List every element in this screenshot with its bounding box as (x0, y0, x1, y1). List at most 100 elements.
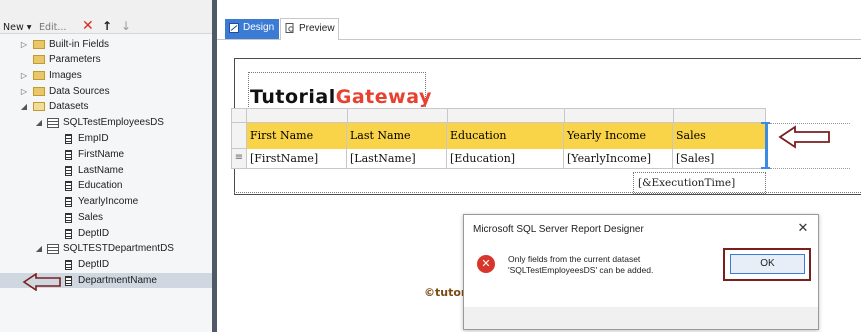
dataset-icon (47, 244, 59, 254)
tree-item-field[interactable]: Sales (0, 210, 212, 225)
header-cell-first-name[interactable]: First Name (247, 123, 347, 149)
data-cell-yearly-income[interactable]: [YearlyIncome] (564, 149, 673, 168)
collapse-icon[interactable]: ◢ (34, 115, 44, 130)
dialog-message-line2: 'SQLTestEmployeesDS' can be added. (508, 265, 654, 275)
table-corner-handle[interactable] (231, 108, 247, 123)
field-icon (65, 197, 72, 207)
tree-item-label: LastName (78, 165, 124, 176)
tree-item-label: Sales (78, 212, 104, 223)
header-cell-sales[interactable]: Sales (673, 123, 766, 149)
dialog-title: Microsoft SQL Server Report Designer (473, 224, 644, 235)
tree-item-parameters[interactable]: Parameters (0, 52, 212, 67)
tree-item-label: Parameters (49, 54, 101, 65)
execution-time-textbox[interactable]: [&ExecutionTime] (633, 172, 766, 194)
close-icon[interactable]: ✕ (795, 221, 811, 237)
logo-text-part2: Gateway (335, 86, 432, 108)
expand-icon[interactable]: ▷ (19, 84, 29, 99)
folder-open-icon (33, 102, 45, 111)
dataset-icon (47, 118, 59, 128)
field-icon (65, 134, 72, 144)
tree-item-dataset-department[interactable]: ◢ SQLTESTDepartmentDS (0, 241, 212, 256)
tree-item-label: FirstName (78, 149, 125, 160)
tree-item-label: Education (78, 180, 123, 191)
tree-item-datasets[interactable]: ◢ Datasets (0, 99, 212, 114)
ok-button[interactable]: OK (730, 254, 805, 274)
column-handle[interactable] (564, 108, 565, 123)
tutorial-gateway-logo: TutorialGateway (250, 86, 432, 108)
collapse-icon[interactable]: ◢ (34, 241, 44, 256)
row-handle-details[interactable]: ≡ (231, 149, 247, 169)
expand-icon[interactable]: ▷ (19, 68, 29, 83)
table-header-row: First Name Last Name Education Yearly In… (247, 123, 766, 149)
edit-button[interactable]: Edit... (39, 22, 66, 34)
dialog-message-line1: Only fields from the current dataset (508, 254, 641, 264)
field-icon (65, 229, 72, 239)
tab-label: Design (243, 22, 275, 33)
tree-item-label: DeptID (78, 259, 110, 270)
tree-item-field[interactable]: FirstName (0, 147, 212, 162)
tree-item-images[interactable]: ▷ Images (0, 68, 212, 83)
column-handle[interactable] (347, 108, 348, 123)
column-handle[interactable] (447, 108, 448, 123)
tab-preview[interactable]: Preview (280, 18, 339, 40)
tree-item-label: Data Sources (49, 86, 110, 97)
data-cell-education[interactable]: [Education] (447, 149, 564, 168)
tree-item-field[interactable]: Education (0, 178, 212, 193)
preview-icon (285, 23, 294, 33)
folder-icon (33, 87, 45, 96)
tree-item-field[interactable]: DeptID (0, 226, 212, 241)
tree-item-field[interactable]: DeptID (0, 257, 212, 272)
tree-item-label: Images (49, 70, 82, 81)
tree-item-label: DepartmentName (78, 275, 157, 286)
tree-item-data-sources[interactable]: ▷ Data Sources (0, 84, 212, 99)
dialog-footer (464, 307, 818, 329)
tree-item-label: SQLTestEmployeesDS (63, 117, 164, 128)
design-icon (229, 23, 239, 33)
data-cell-sales[interactable]: [Sales] (673, 149, 766, 168)
drop-insertion-marker-bottom (761, 167, 770, 169)
new-menu-button[interactable]: New ▾ (3, 22, 32, 34)
annotation-arrow-icon (22, 273, 61, 291)
folder-icon (33, 40, 45, 49)
drop-guide-line (770, 168, 850, 169)
row-handle-header[interactable] (231, 123, 247, 149)
expand-icon[interactable]: ▷ (19, 37, 29, 52)
dialog-body: ✕ Only fields from the current dataset '… (464, 245, 818, 307)
drop-insertion-marker-top (761, 122, 770, 124)
report-data-toolbar: New ▾ Edit... ✕ ↑ ↓ (0, 0, 212, 34)
tree-item-dataset-employees[interactable]: ◢ SQLTestEmployeesDS (0, 115, 212, 130)
table-data-row: [FirstName] [LastName] [Education] [Year… (247, 149, 766, 169)
tree-item-field[interactable]: YearlyIncome (0, 194, 212, 209)
header-cell-last-name[interactable]: Last Name (347, 123, 447, 149)
field-icon (65, 213, 72, 223)
folder-icon (33, 55, 45, 64)
field-icon (65, 150, 72, 160)
table-column-handles[interactable] (231, 108, 766, 123)
tab-design[interactable]: Design (225, 19, 279, 39)
column-handle[interactable] (673, 108, 674, 123)
report-data-panel: New ▾ Edit... ✕ ↑ ↓ ▷ Built-in Fields Pa… (0, 0, 212, 332)
move-up-icon[interactable]: ↑ (102, 20, 112, 32)
tree-item-built-in-fields[interactable]: ▷ Built-in Fields (0, 37, 212, 52)
tree-item-field[interactable]: EmpID (0, 131, 212, 146)
designer-tab-bar: Design Preview (217, 0, 861, 40)
header-cell-yearly-income[interactable]: Yearly Income (564, 123, 673, 149)
tree-item-label: EmpID (78, 133, 109, 144)
collapse-icon[interactable]: ◢ (19, 99, 29, 114)
error-dialog: Microsoft SQL Server Report Designer ✕ ✕… (463, 214, 819, 330)
error-icon: ✕ (477, 255, 495, 273)
move-down-icon[interactable]: ↓ (121, 20, 131, 32)
tree-item-label: YearlyIncome (78, 196, 139, 207)
tree-item-field[interactable]: LastName (0, 163, 212, 178)
logo-text-part1: Tutorial (250, 86, 336, 108)
folder-icon (33, 71, 45, 80)
field-icon (65, 166, 72, 176)
drop-insertion-marker (765, 123, 768, 169)
delete-icon[interactable]: ✕ (82, 19, 94, 33)
tree-item-label: Built-in Fields (49, 39, 110, 50)
data-cell-last-name[interactable]: [LastName] (347, 149, 447, 168)
data-cell-first-name[interactable]: [FirstName] (247, 149, 347, 168)
annotation-arrow-icon (778, 125, 830, 149)
tree-item-label: SQLTESTDepartmentDS (63, 243, 174, 254)
header-cell-education[interactable]: Education (447, 123, 564, 149)
